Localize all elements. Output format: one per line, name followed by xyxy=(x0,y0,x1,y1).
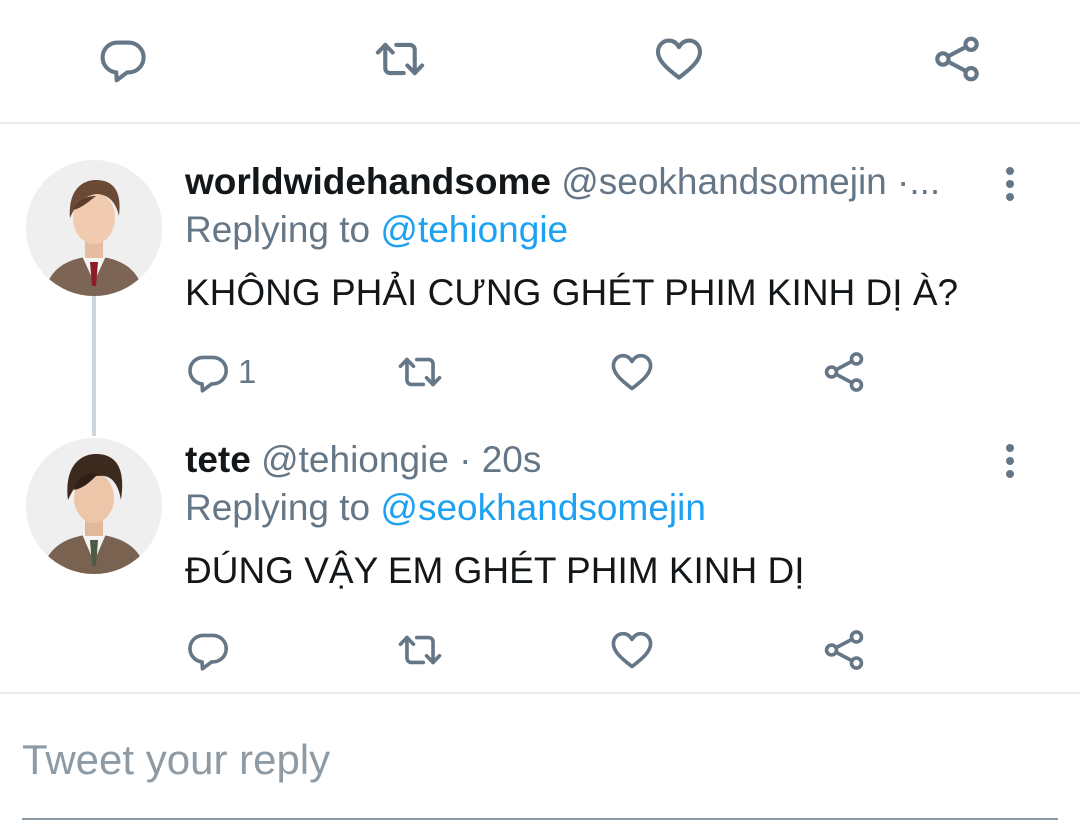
reply-icon[interactable] xyxy=(97,33,149,85)
replying-to-label: Replying to xyxy=(185,487,381,528)
share-icon[interactable] xyxy=(821,349,867,395)
handle[interactable]: @seokhandsomejin xyxy=(561,161,887,202)
share-icon[interactable] xyxy=(821,627,867,673)
replying-to: Replying to @tehiongie xyxy=(185,208,568,252)
tweet-text: ĐÚNG VẬY EM GHÉT PHIM KINH DỊ xyxy=(185,550,805,591)
reply-icon[interactable] xyxy=(185,627,231,673)
replying-to-link[interactable]: @seokhandsomejin xyxy=(380,487,706,528)
thread-line xyxy=(92,296,96,436)
reply-count: 1 xyxy=(238,353,257,390)
tweet-text: KHÔNG PHẢI CƯNG GHÉT PHIM KINH DỊ À? xyxy=(185,272,959,313)
divider xyxy=(0,692,1080,694)
retweet-icon[interactable] xyxy=(397,349,443,395)
more-options-icon[interactable] xyxy=(996,441,1024,481)
tweet-reply-input[interactable] xyxy=(22,730,1058,790)
replying-to-link[interactable]: @tehiongie xyxy=(380,209,568,250)
like-icon[interactable] xyxy=(609,349,655,395)
replying-to: Replying to @seokhandsomejin xyxy=(185,486,706,530)
tweet-header: tete @tehiongie · 20s xyxy=(185,438,541,482)
divider xyxy=(0,122,1080,124)
display-name[interactable]: worldwidehandsome xyxy=(185,161,551,202)
like-icon[interactable] xyxy=(609,627,655,673)
handle[interactable]: @tehiongie xyxy=(261,439,449,480)
retweet-icon[interactable] xyxy=(374,33,426,85)
avatar[interactable] xyxy=(26,438,162,574)
avatar[interactable] xyxy=(26,160,162,296)
like-icon[interactable] xyxy=(653,33,705,85)
retweet-icon[interactable] xyxy=(397,627,443,673)
timestamp: ·... xyxy=(886,161,941,202)
display-name[interactable]: tete xyxy=(185,439,251,480)
reply-icon[interactable] xyxy=(185,349,231,395)
top-action-bar xyxy=(0,0,1080,122)
input-underline xyxy=(22,818,1058,820)
replying-to-label: Replying to xyxy=(185,209,381,250)
tweet-header: worldwidehandsome @seokhandsomejin ·... xyxy=(185,160,940,204)
timestamp: · 20s xyxy=(448,439,542,480)
more-options-icon[interactable] xyxy=(996,164,1024,204)
share-icon[interactable] xyxy=(931,33,983,85)
